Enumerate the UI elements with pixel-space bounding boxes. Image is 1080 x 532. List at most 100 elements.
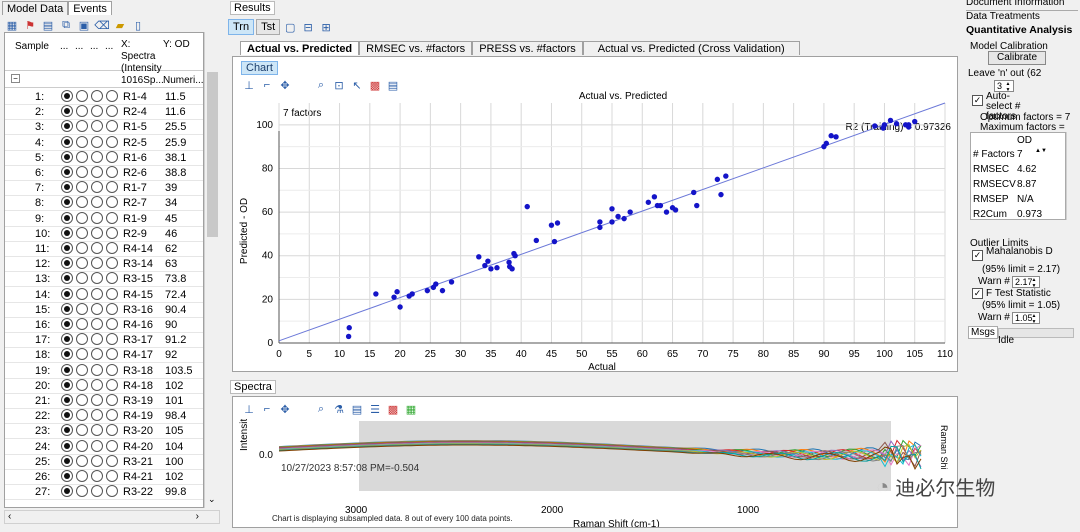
data-treatments-header[interactable]: Data Treatments	[966, 10, 1078, 22]
row-flag-circle[interactable]	[106, 181, 118, 194]
row-flag-circle[interactable]	[61, 226, 73, 239]
row-flag-circle[interactable]	[61, 424, 73, 437]
row-flag-circle[interactable]	[61, 378, 73, 391]
row-flag-circle[interactable]	[106, 226, 118, 239]
row-flag-circle[interactable]	[91, 150, 103, 163]
table-row[interactable]: 6: R2-6 38.8	[5, 166, 203, 181]
eraser-icon[interactable]: ⌫	[94, 17, 110, 33]
row-flag-circle[interactable]	[61, 470, 73, 482]
spectra-image-icon[interactable]: ▩	[385, 401, 401, 417]
spectra-table-icon[interactable]: ▤	[349, 401, 365, 417]
row-flag-circle[interactable]	[91, 196, 103, 209]
table-row[interactable]: 18: R4-17 92	[5, 348, 203, 364]
row-flag-circle[interactable]	[91, 135, 103, 148]
header-x-spectra[interactable]: X: Spectra (Intensity	[121, 39, 163, 75]
folder-icon[interactable]: ▰	[112, 17, 128, 33]
row-flag-circle[interactable]	[61, 181, 73, 194]
row-flag-circle[interactable]	[76, 424, 88, 437]
row-flag-circle[interactable]	[91, 257, 103, 270]
table-row[interactable]: 5: R1-6 38.1	[5, 150, 203, 166]
header-sample[interactable]: Sample	[15, 41, 49, 53]
row-flag-circle[interactable]	[76, 150, 88, 163]
test-button[interactable]: Tst	[256, 19, 281, 35]
row-flag-circle[interactable]	[106, 333, 118, 346]
row-flag-circle[interactable]	[91, 318, 103, 330]
row-flag-circle[interactable]	[91, 409, 103, 422]
collapse-icon[interactable]: −	[11, 74, 20, 83]
row-flag-circle[interactable]	[76, 242, 88, 254]
row-flag-circle[interactable]	[76, 363, 88, 376]
row-flag-circle[interactable]	[91, 242, 103, 254]
row-flag-circle[interactable]	[61, 409, 73, 422]
tab-cross-validation[interactable]: Actual vs. Predicted (Cross Validation)	[582, 41, 800, 55]
table-row[interactable]: 15: R3-16 90.4	[5, 302, 203, 318]
row-flag-circle[interactable]	[76, 378, 88, 391]
table-row[interactable]: 12: R3-14 63	[5, 257, 203, 273]
table-icon[interactable]: ▦	[4, 17, 20, 33]
table-row[interactable]: 24: R4-20 104	[5, 439, 203, 455]
header-dot-1[interactable]: ...	[60, 41, 68, 53]
spectra-axis-icon[interactable]: ⊥	[241, 401, 257, 417]
table-row[interactable]: 9: R1-9 45	[5, 211, 203, 227]
row-flag-circle[interactable]	[61, 318, 73, 330]
row-flag-circle[interactable]	[76, 226, 88, 239]
row-flag-circle[interactable]	[106, 150, 118, 163]
row-flag-circle[interactable]	[106, 424, 118, 437]
row-flag-circle[interactable]	[76, 439, 88, 452]
document-icon[interactable]: ▯	[130, 17, 146, 33]
row-flag-circle[interactable]	[106, 302, 118, 315]
spectra-flask-icon[interactable]: ⚗	[331, 401, 347, 417]
row-flag-circle[interactable]	[61, 485, 73, 498]
spectra-export-icon[interactable]: ▦	[403, 401, 419, 417]
row-flag-circle[interactable]	[61, 302, 73, 315]
auto-select-checkbox[interactable]: ✓	[972, 95, 983, 106]
spectra-axis-corner-icon[interactable]: ⌐	[259, 401, 275, 417]
chart-subtab[interactable]: Chart	[241, 61, 278, 75]
quantitative-analysis-header[interactable]: Quantitative Analysis	[966, 24, 1080, 36]
msgs-tab[interactable]: Msgs	[968, 326, 998, 339]
table-row[interactable]: 3: R1-5 25.5	[5, 120, 203, 136]
row-flag-circle[interactable]	[106, 135, 118, 148]
row-flag-circle[interactable]	[106, 439, 118, 452]
row-flag-circle[interactable]	[91, 424, 103, 437]
row-flag-circle[interactable]	[61, 166, 73, 178]
row-flag-circle[interactable]	[61, 363, 73, 376]
row-flag-circle[interactable]	[106, 196, 118, 209]
scroll-thumb[interactable]	[207, 72, 218, 237]
row-flag-circle[interactable]	[91, 166, 103, 178]
row-flag-circle[interactable]	[76, 454, 88, 467]
row-flag-circle[interactable]	[61, 135, 73, 148]
row-flag-circle[interactable]	[106, 394, 118, 406]
row-flag-circle[interactable]	[91, 454, 103, 467]
table-row[interactable]: 20: R4-18 102	[5, 378, 203, 394]
table-row[interactable]: 1: R1-4 11.5	[5, 90, 203, 105]
row-flag-circle[interactable]	[106, 318, 118, 330]
row-flag-circle[interactable]	[61, 439, 73, 452]
table-row[interactable]: 26: R4-21 102	[5, 470, 203, 485]
grid-view-icon[interactable]: ⊞	[318, 19, 334, 35]
row-flag-circle[interactable]	[76, 211, 88, 224]
row-flag-circle[interactable]	[91, 287, 103, 300]
header-dot-4[interactable]: ...	[105, 41, 113, 53]
table-row[interactable]: 4: R2-5 25.9	[5, 135, 203, 151]
row-flag-circle[interactable]	[91, 181, 103, 194]
row-flag-circle[interactable]	[76, 196, 88, 209]
flag-icon[interactable]: ⚑	[22, 17, 38, 33]
row-flag-circle[interactable]	[76, 302, 88, 315]
row-flag-circle[interactable]	[76, 470, 88, 482]
row-flag-circle[interactable]	[76, 135, 88, 148]
table-row[interactable]: 2: R2-4 11.6	[5, 105, 203, 121]
row-flag-circle[interactable]	[61, 454, 73, 467]
spectra-list-icon[interactable]: ☰	[367, 401, 383, 417]
row-flag-circle[interactable]	[106, 90, 118, 102]
left-horizontal-scrollbar[interactable]: ‹ ›	[4, 510, 220, 524]
table-row[interactable]: 27: R3-22 99.8	[5, 485, 203, 501]
header-dot-3[interactable]: ...	[90, 41, 98, 53]
row-flag-circle[interactable]	[61, 120, 73, 133]
row-flag-circle[interactable]	[91, 470, 103, 482]
scroll-down-arrow[interactable]: ⌄	[208, 494, 216, 505]
header-dot-2[interactable]: ...	[75, 41, 83, 53]
row-flag-circle[interactable]	[76, 120, 88, 133]
row-flag-circle[interactable]	[61, 196, 73, 209]
spectra-pan-icon[interactable]: ✥	[277, 401, 293, 417]
